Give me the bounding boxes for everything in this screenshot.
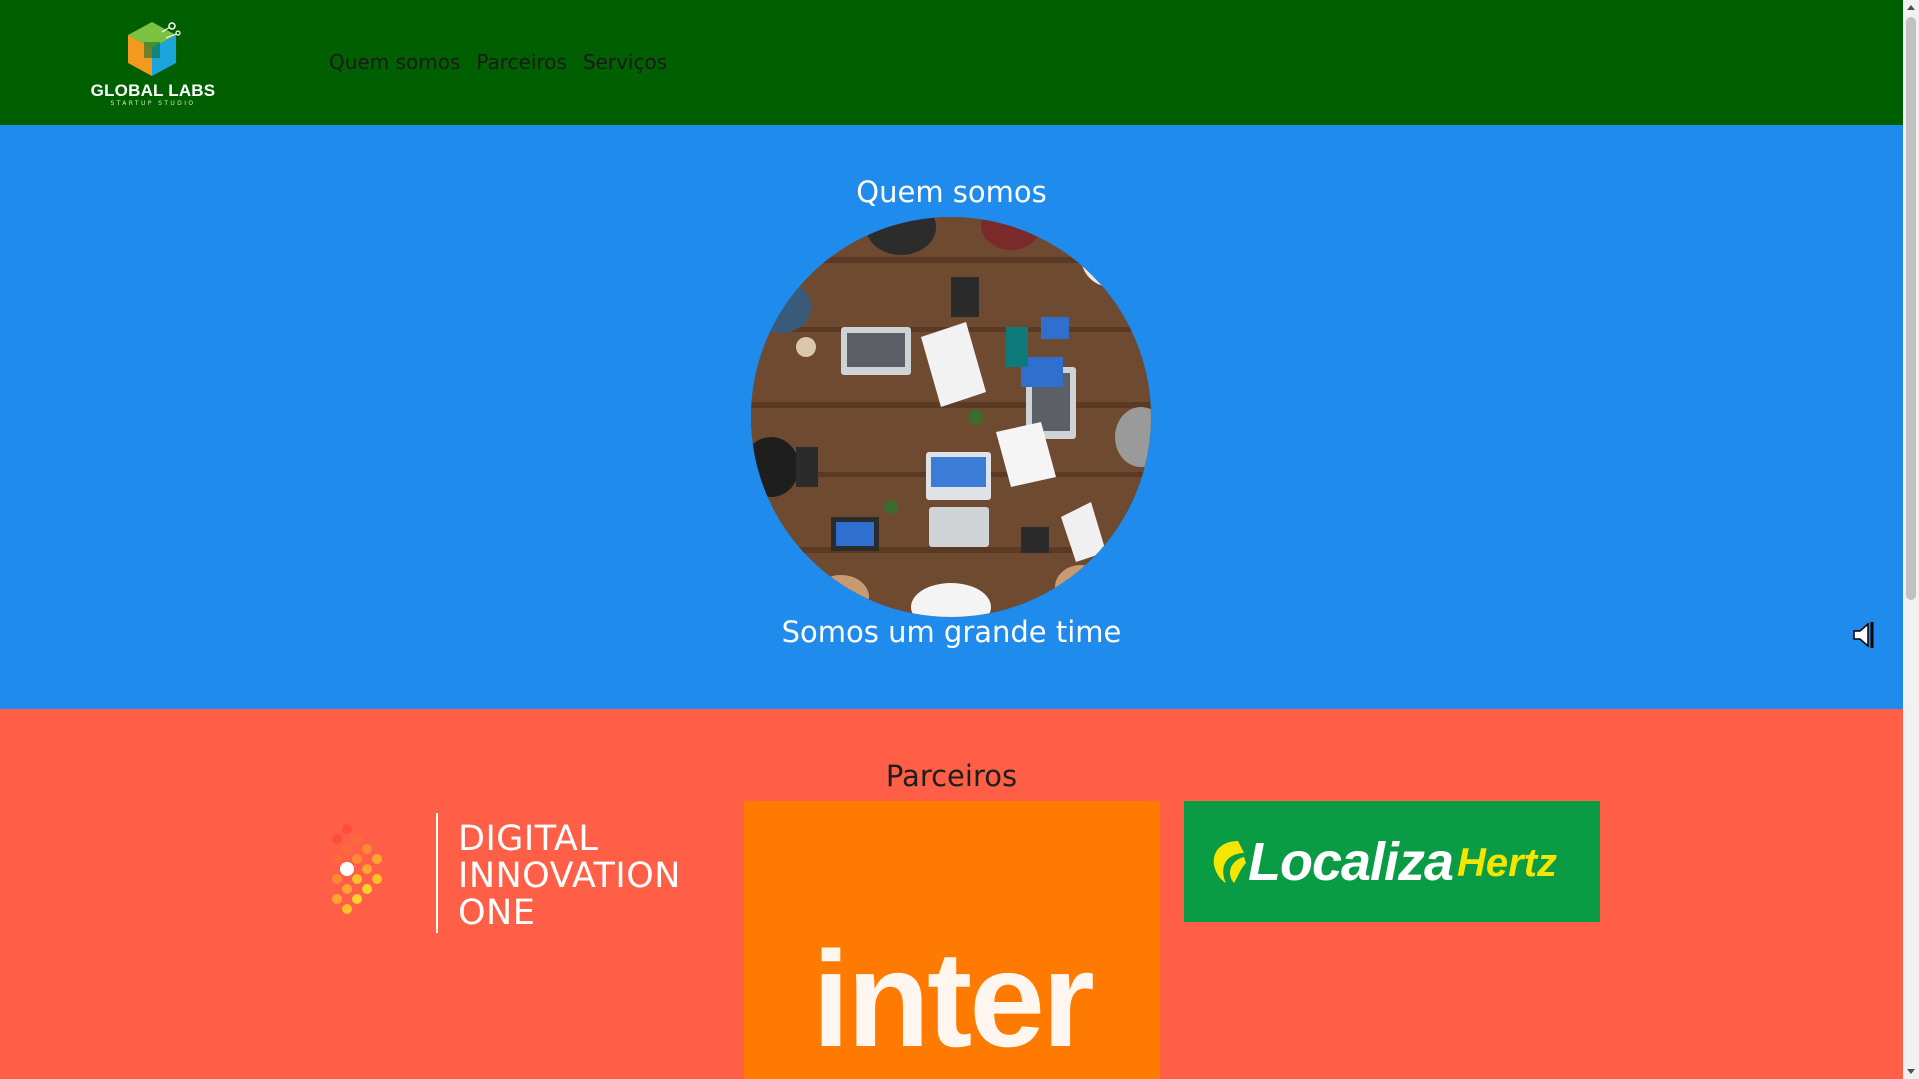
- team-photo: [751, 217, 1151, 617]
- global-labs-logo[interactable]: GLOBAL LABS STARTUP STUDIO: [90, 18, 216, 110]
- localiza-wordmark: Localiza: [1248, 832, 1454, 892]
- about-title: Quem somos: [856, 175, 1047, 209]
- partner-digital-innovation-one[interactable]: DIGITAL INNOVATION ONE: [322, 813, 702, 938]
- about-section: Quem somos Somos um grande time: [0, 125, 1903, 709]
- logo-name: GLOBAL LABS: [90, 81, 216, 100]
- cube-logo-icon: [128, 22, 181, 76]
- logo-tagline: STARTUP STUDIO: [110, 100, 196, 107]
- dio-dots-icon: [332, 824, 382, 914]
- nav-link-quem-somos[interactable]: Quem somos: [329, 50, 460, 74]
- scroll-down-arrow-icon[interactable]: [1903, 1063, 1919, 1079]
- dio-divider: [436, 813, 438, 933]
- nav-link-parceiros[interactable]: Parceiros: [476, 50, 567, 74]
- scroll-up-arrow-icon[interactable]: [1903, 0, 1919, 16]
- about-caption: Somos um grande time: [781, 615, 1122, 649]
- scroll-thumb[interactable]: [1906, 17, 1916, 600]
- partners-section: Parceiros DIGITAL INNOVATION ONE inter L…: [0, 709, 1903, 1079]
- localiza-mark-icon: [1213, 841, 1246, 883]
- partners-title: Parceiros: [885, 759, 1018, 793]
- hertz-wordmark: Hertz: [1457, 841, 1558, 885]
- site-header: GLOBAL LABS STARTUP STUDIO Quem somos Pa…: [0, 0, 1903, 125]
- dio-wordmark: DIGITAL INNOVATION ONE: [458, 819, 681, 933]
- vertical-scrollbar[interactable]: [1903, 0, 1919, 1079]
- main-nav: Quem somos Parceiros Serviços: [329, 50, 667, 74]
- nav-link-servicos[interactable]: Serviços: [583, 50, 667, 74]
- inter-wordmark: inter: [812, 923, 1095, 1075]
- speaker-icon[interactable]: [1850, 619, 1878, 651]
- partner-inter[interactable]: inter: [744, 801, 1160, 1079]
- team-meeting-image: [751, 217, 1151, 617]
- partner-localiza-hertz[interactable]: Localiza Hertz: [1184, 801, 1600, 922]
- page: GLOBAL LABS STARTUP STUDIO Quem somos Pa…: [0, 0, 1903, 1079]
